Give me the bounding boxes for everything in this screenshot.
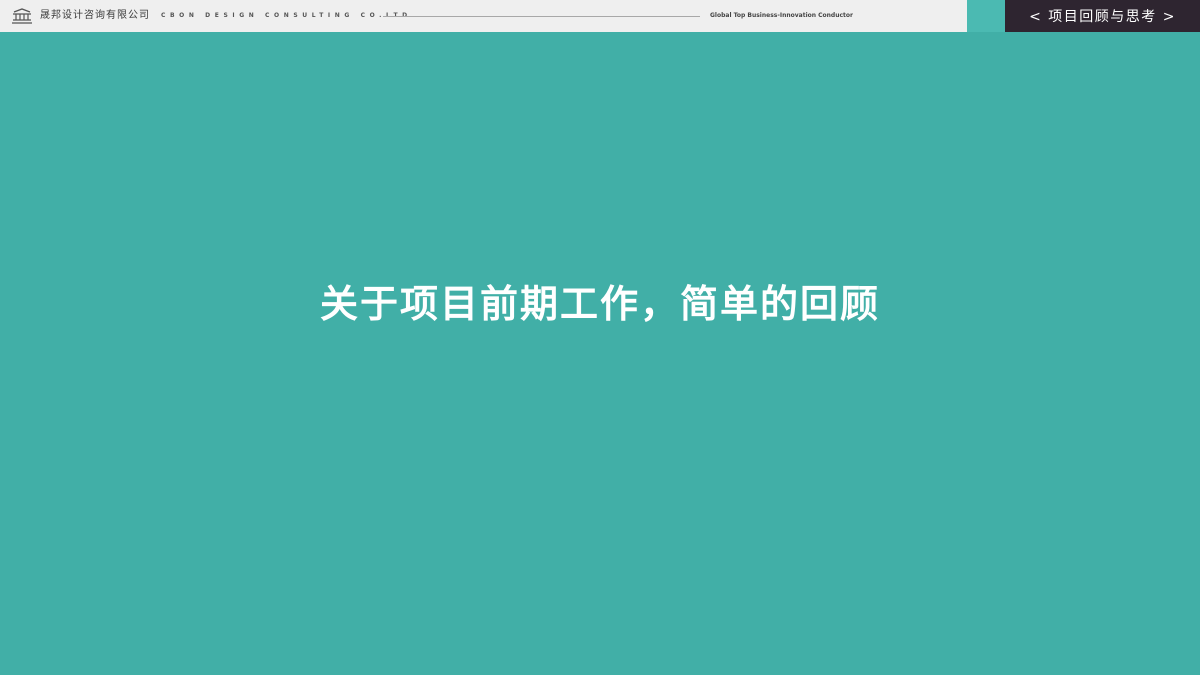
header-bar: 晟邦设计咨询有限公司 CBON DESIGN CONSULTING CO.LTD… — [0, 0, 1200, 32]
header-divider — [383, 16, 700, 17]
company-name-en: CBON DESIGN CONSULTING CO.LTD — [161, 12, 412, 19]
section-tab[interactable]: < 项目回顾与思考 > — [1005, 0, 1200, 32]
accent-block — [967, 0, 1005, 32]
company-name-cn: 晟邦设计咨询有限公司 — [40, 10, 150, 21]
pavilion-logo-icon — [12, 8, 32, 24]
slogan: Global Top Business-Innovation Conductor — [710, 12, 853, 19]
page-title: 关于项目前期工作，简单的回顾 — [319, 282, 880, 326]
